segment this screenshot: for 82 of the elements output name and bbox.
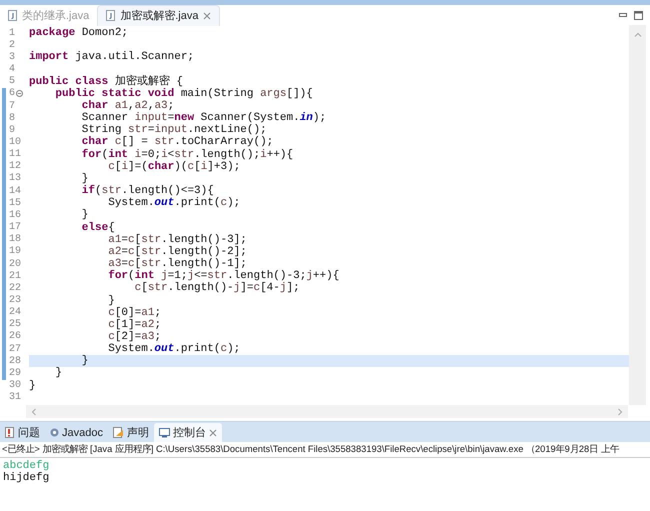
code-line: char a1,a2,a3; [80,100,174,112]
code-line: a2=c[str.length()-2]; [107,246,247,258]
code-line: } [80,209,88,222]
code-line: c[0]=a1; [107,306,162,319]
line-number: 24 [9,307,22,318]
code-line: a3=c[str.length()-1]; [107,258,247,270]
view-tab[interactable]: 声明 [108,423,154,442]
line-number: 3 [9,52,16,63]
code-line: c[2]=a3; [107,330,162,343]
scroll-left-icon[interactable] [31,408,36,416]
line-number: 26 [9,331,22,342]
code-line: if(str.length()<=3){ [80,185,214,198]
code-line: } [107,294,115,307]
line-number: 9 [9,124,16,136]
line-number: 2 [9,40,16,51]
code-line: c[i]=(char)(c[i]+3); [107,160,240,173]
code-line: } [80,172,88,185]
code-line: c[1]=a2; [107,318,162,331]
line-number: 15 [9,198,22,209]
line-number: 12 [9,161,22,172]
line-number: 19 [9,246,22,258]
line-number: 18 [9,234,22,246]
code-line: a1=c[str.length()-3]; [107,234,247,246]
line-number: 25 [9,319,22,330]
code-line: package Domon2; [29,27,128,40]
code-line: } [80,355,88,368]
java-file-icon [106,10,116,21]
close-icon[interactable] [208,428,217,436]
horizontal-scrollbar[interactable] [26,405,628,418]
code-line: import java.util.Scanner; [29,51,194,64]
line-number: 31 [9,392,22,404]
collapse-icon[interactable] [16,90,24,98]
line-number: 17 [9,222,22,234]
declaration-icon [112,427,124,438]
view-tab[interactable]: 问题 [0,423,45,442]
line-number: 11 [9,149,22,160]
line-number: 28 [9,356,22,367]
scroll-up-icon[interactable] [634,32,642,37]
close-icon[interactable] [202,12,210,20]
line-number: 7 [9,100,16,112]
line-number: 30 [9,380,22,392]
view-tab[interactable]: 控制台 [154,423,222,442]
code-line: else{ [80,222,115,234]
code-line: } [54,367,62,380]
code-line: public class 加密或解密 { [29,76,184,88]
line-number: 14 [9,186,22,197]
line-number: 21 [9,270,22,282]
line-number: 23 [9,295,22,306]
console-header: <已终止> 加密或解密 [Java 应用程序] C:\Users\35583\Documents\Tencent Files\3558383193\FileRecv\eclipse\jre\bin\javaw.exe （2019年9月28日 上午 [0,442,650,458]
code-line: } [29,380,36,392]
line-number: 1 [9,28,16,39]
line-number: 20 [9,258,22,270]
minimize-icon[interactable] [619,13,627,17]
line-number: 13 [9,173,22,184]
editor-tab[interactable]: 加密或解密.java [97,4,220,26]
vertical-scrollbar[interactable] [629,25,646,405]
code-line: char c[] = str.toCharArray(); [80,136,274,148]
line-number: 16 [9,210,22,221]
line-number: 6 [9,88,16,100]
code-line: String str=input.nextLine(); [80,124,267,136]
code-line: public static void main(String args[]){ [54,88,313,100]
console-line: abcdefg [3,460,50,472]
scroll-right-icon[interactable] [618,408,623,416]
maximize-icon[interactable] [634,10,643,20]
line-number: 4 [9,64,16,76]
line-number: 27 [9,344,22,355]
code-line: System.out.print(c); [107,197,240,210]
line-number: 5 [9,76,16,88]
line-number: 8 [9,112,16,124]
java-file-icon [8,10,18,20]
view-tab[interactable]: Javadoc [45,423,108,442]
code-line: for(int i=0;i<str.length();i++){ [80,148,294,161]
code-line: Scanner input=new Scanner(System.in); [80,112,326,124]
line-number: 10 [9,136,22,148]
line-number: 29 [9,368,22,379]
line-number: 22 [9,282,22,294]
code-line: for(int j=1;j<=str.length()-3;j++){ [107,270,340,282]
problems-icon [5,427,15,438]
monitor-icon [158,428,170,438]
console-line: hijdefg [3,472,50,484]
code-line: c[str.length()-j]=c[4-j]; [134,282,300,294]
code-line: System.out.print(c); [107,343,240,356]
